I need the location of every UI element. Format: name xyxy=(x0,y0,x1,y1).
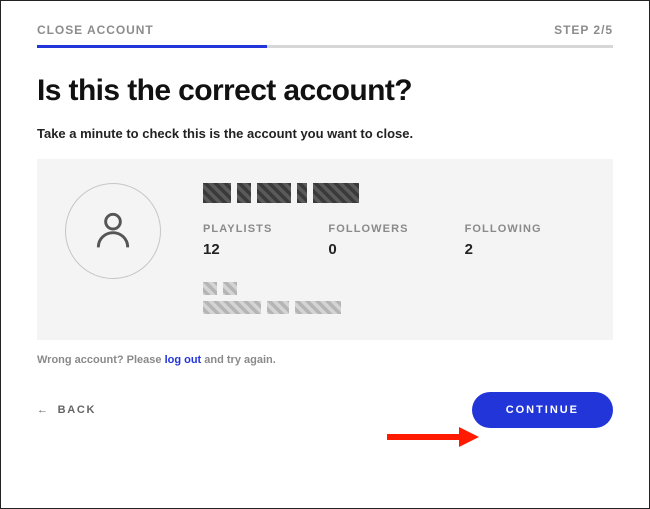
subtitle: Take a minute to check this is the accou… xyxy=(37,126,613,141)
avatar xyxy=(65,183,161,314)
stat-value: 0 xyxy=(328,241,408,258)
stat-label: PLAYLISTS xyxy=(203,223,272,235)
stat-playlists: PLAYLISTS 12 xyxy=(203,223,272,258)
account-name-redacted xyxy=(203,183,587,203)
stat-label: FOLLOWING xyxy=(465,223,542,235)
progress-fill xyxy=(37,45,267,48)
step-indicator: STEP 2/5 xyxy=(554,23,613,37)
logout-link[interactable]: log out xyxy=(165,354,202,366)
continue-button[interactable]: CONTINUE xyxy=(472,392,613,428)
heading: Is this the correct account? xyxy=(37,74,613,108)
page-title: CLOSE ACCOUNT xyxy=(37,23,154,37)
stat-following: FOLLOWING 2 xyxy=(465,223,542,258)
wrong-account-hint: Wrong account? Please log out and try ag… xyxy=(37,354,613,366)
stat-value: 2 xyxy=(465,241,542,258)
back-button[interactable]: ← BACK xyxy=(37,404,96,416)
progress-bar xyxy=(37,45,613,48)
account-meta-redacted xyxy=(203,282,587,314)
account-card: PLAYLISTS 12 FOLLOWERS 0 FOLLOWING 2 xyxy=(37,159,613,340)
arrow-left-icon: ← xyxy=(37,404,50,416)
stat-followers: FOLLOWERS 0 xyxy=(328,223,408,258)
stat-value: 12 xyxy=(203,241,272,258)
stat-label: FOLLOWERS xyxy=(328,223,408,235)
user-icon xyxy=(91,207,135,256)
